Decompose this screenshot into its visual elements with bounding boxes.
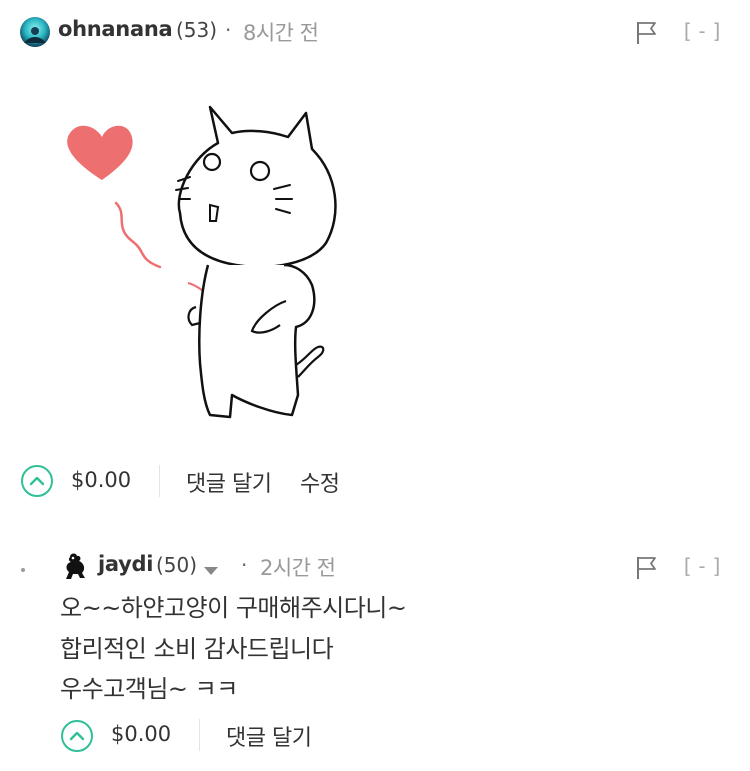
thread-bullet: [21, 568, 25, 572]
comment-author[interactable]: ohnanana: [58, 17, 173, 41]
flag-icon[interactable]: [636, 21, 658, 45]
author-reputation: (53): [176, 18, 218, 42]
action-divider: [199, 719, 200, 751]
reply-body-line-3: 우수고객님~ ㅋㅋ: [60, 675, 238, 703]
avatar[interactable]: [20, 17, 50, 47]
author-reputation: (50): [156, 553, 198, 577]
avatar-image: [20, 17, 50, 47]
reply-link[interactable]: 댓글 달기: [226, 720, 312, 752]
payout-amount[interactable]: $0.00: [71, 468, 131, 492]
edit-link[interactable]: 수정: [300, 466, 340, 498]
payout-amount[interactable]: $0.00: [111, 722, 171, 746]
cat-balloon-image: [50, 95, 350, 430]
header-separator: ·: [241, 553, 248, 577]
collapse-toggle[interactable]: [-]: [681, 19, 726, 43]
avatar-image: [66, 553, 85, 579]
chevron-up-circle-icon: [69, 731, 85, 741]
caret-down-icon[interactable]: [203, 561, 219, 580]
header-separator: ·: [225, 18, 232, 42]
collapse-toggle[interactable]: [-]: [681, 554, 726, 578]
action-divider: [159, 465, 160, 497]
reply-body-line-1: 오~~하얀고양이 구매해주시다니~: [60, 594, 407, 622]
upvote-button[interactable]: [61, 720, 93, 752]
avatar[interactable]: [62, 551, 90, 581]
reply-link[interactable]: 댓글 달기: [186, 466, 272, 498]
chevron-up-circle-icon: [29, 476, 45, 486]
comment-timestamp[interactable]: 8시간 전: [243, 17, 319, 47]
reply-timestamp[interactable]: 2시간 전: [260, 552, 336, 582]
reply-body-line-2: 합리적인 소비 감사드립니다: [60, 635, 334, 663]
reply-author[interactable]: jaydi: [98, 552, 153, 576]
flag-icon[interactable]: [636, 556, 658, 580]
upvote-button[interactable]: [21, 465, 53, 497]
